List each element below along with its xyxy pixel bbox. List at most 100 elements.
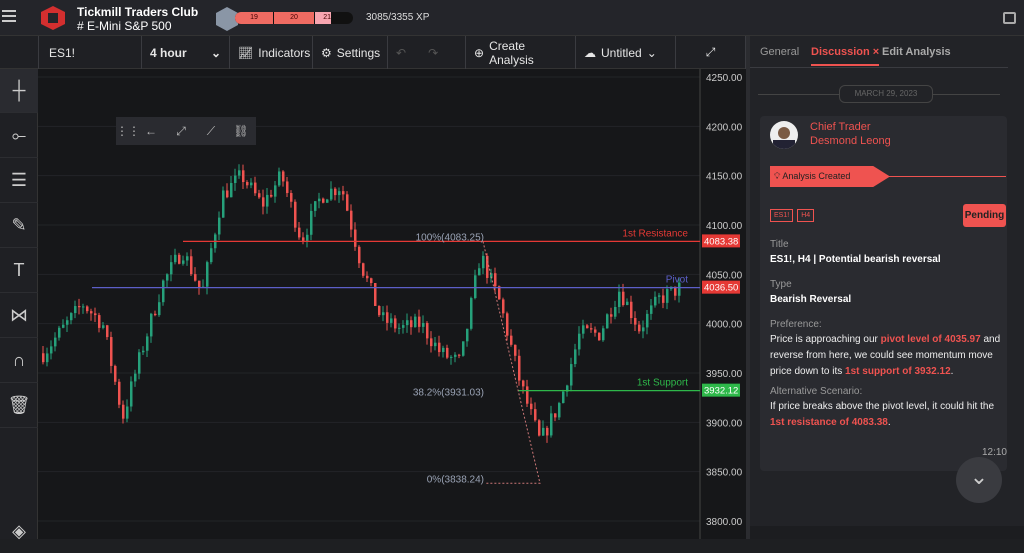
candle-body <box>494 273 497 287</box>
candle-body <box>158 302 161 316</box>
level-name: 1st Support <box>637 378 688 389</box>
tab-general[interactable]: General <box>760 46 799 58</box>
create-analysis-button[interactable]: ⊕ Create Analysis <box>466 36 576 69</box>
candle-body <box>666 289 669 303</box>
indicators-button[interactable]: 📈︎ Indicators <box>230 36 313 69</box>
y-tick-label: 4100.00 <box>706 221 743 232</box>
candle-body <box>574 349 577 365</box>
candle-body <box>442 347 445 353</box>
trend-line-icon[interactable]: ⤢ <box>166 124 196 139</box>
message-input-bar[interactable] <box>750 526 1024 539</box>
price-chart[interactable]: 4250.00 4200.00 4150.00 4100.00 4050.00 4000.… <box>38 69 746 539</box>
settings-button[interactable]: ⚙ Settings <box>313 36 388 69</box>
tab-discussion[interactable]: Discussion × <box>811 46 880 66</box>
y-tick-label: 4150.00 <box>706 172 743 183</box>
chart-toolbar: ES1! 4 hour ⌄ 📈︎ Indicators ⚙ Settings ↶ ↷ ⊕… <box>0 36 746 69</box>
pattern-icon[interactable]: ⋈ <box>0 294 38 338</box>
title-label: Title <box>770 239 789 250</box>
candle-body <box>486 255 489 278</box>
interval-select[interactable]: 4 hour ⌄ <box>142 36 230 69</box>
level-price-label: 4036.50 <box>704 283 738 294</box>
candle-body <box>198 280 201 288</box>
plus-circle-icon: ⊕ <box>474 45 485 60</box>
candle-body <box>570 364 573 386</box>
settings-panel-icon[interactable] <box>1003 12 1016 24</box>
candle-body <box>618 291 621 307</box>
candle-body <box>246 182 249 186</box>
candle-body <box>46 353 49 363</box>
author-name[interactable]: Desmond Leong <box>810 134 891 148</box>
y-tick-label: 4050.00 <box>706 270 743 281</box>
fib-label: 100%(4083.25) <box>416 233 484 244</box>
xp-progress-bar: 19 20 21 <box>235 12 353 24</box>
xp-text: 3085/3355 XP <box>366 12 430 23</box>
candle-body <box>178 254 181 264</box>
candle-body <box>342 191 345 195</box>
candle-body <box>94 313 97 316</box>
candle-body <box>254 182 257 194</box>
candle-body <box>258 193 261 198</box>
candle-body <box>226 190 229 198</box>
trash-icon[interactable]: 🗑︎ <box>0 384 38 428</box>
brush-icon[interactable]: ✎ <box>0 204 38 248</box>
candle-body <box>78 306 81 308</box>
candle-body <box>562 391 565 404</box>
y-tick-label: 4250.00 <box>706 73 743 84</box>
channel-name[interactable]: # E-Mini S&P 500 <box>77 19 172 33</box>
candle-body <box>274 185 277 197</box>
candle-body <box>514 344 517 356</box>
candle-body <box>402 325 405 328</box>
candle-body <box>238 170 241 176</box>
tab-edit-analysis[interactable]: Edit Analysis <box>882 46 951 58</box>
candle-body <box>250 182 253 186</box>
candle-body <box>474 275 477 299</box>
symbol-select[interactable]: ES1! <box>38 36 142 69</box>
tag: ES1! <box>770 209 794 222</box>
candle-body <box>86 306 89 312</box>
scroll-down-button[interactable]: ⌄ <box>956 457 1002 503</box>
candle-body <box>582 325 585 334</box>
y-tick-label: 4200.00 <box>706 122 743 133</box>
link-icon[interactable]: ⛓ <box>226 124 256 138</box>
analysis-panel: General Discussion × Edit Analysis MARCH… <box>746 36 1024 539</box>
candle-body <box>526 386 529 404</box>
candle-body <box>142 350 145 353</box>
candle-body <box>106 325 109 338</box>
drag-handle-icon[interactable]: ⋮⋮ <box>116 124 140 138</box>
avatar[interactable] <box>770 121 798 149</box>
candle-body <box>542 427 545 436</box>
extended-line-icon[interactable]: ⟋ <box>196 124 226 139</box>
candle-body <box>466 328 469 342</box>
ray-left-icon[interactable]: ← <box>136 124 166 138</box>
menu-icon[interactable] <box>2 10 16 22</box>
magnet-icon[interactable]: ∩ <box>0 339 38 383</box>
candle-body <box>82 306 85 308</box>
candle-body <box>634 318 637 325</box>
candle-body <box>462 341 465 356</box>
status-badge: Pending <box>963 204 1006 227</box>
close-icon[interactable]: × <box>873 46 879 58</box>
candle-body <box>658 295 661 297</box>
redo-icon[interactable]: ↷ <box>428 46 438 60</box>
layers-icon[interactable]: ◈ <box>0 509 38 553</box>
message-time: 12:10 <box>981 447 1007 458</box>
undo-icon[interactable]: ↶ <box>396 46 406 60</box>
candle-body <box>510 335 513 345</box>
fib-trend-line <box>482 241 541 484</box>
candle-body <box>598 332 601 341</box>
preference-text: Price is approaching our pivot level of … <box>770 334 1001 377</box>
fullscreen-icon[interactable]: ⤢ <box>676 36 746 69</box>
alternative-label: Alternative Scenario: <box>770 386 863 397</box>
candle-body <box>378 305 381 316</box>
undo-redo: ↶ ↷ <box>388 36 466 69</box>
layout-save-button[interactable]: ☁ Untitled ⌄ <box>576 36 676 69</box>
horizontal-lines-icon[interactable]: ☰ <box>0 159 38 203</box>
candle-body <box>482 255 485 269</box>
candle-body <box>190 256 193 275</box>
candle-body <box>518 355 521 381</box>
line-icon[interactable]: ⟜ <box>0 114 38 158</box>
candle-body <box>182 260 185 264</box>
text-icon[interactable]: T <box>0 249 38 293</box>
candle-body <box>230 183 233 198</box>
crosshair-icon[interactable]: ┼ <box>0 69 38 113</box>
